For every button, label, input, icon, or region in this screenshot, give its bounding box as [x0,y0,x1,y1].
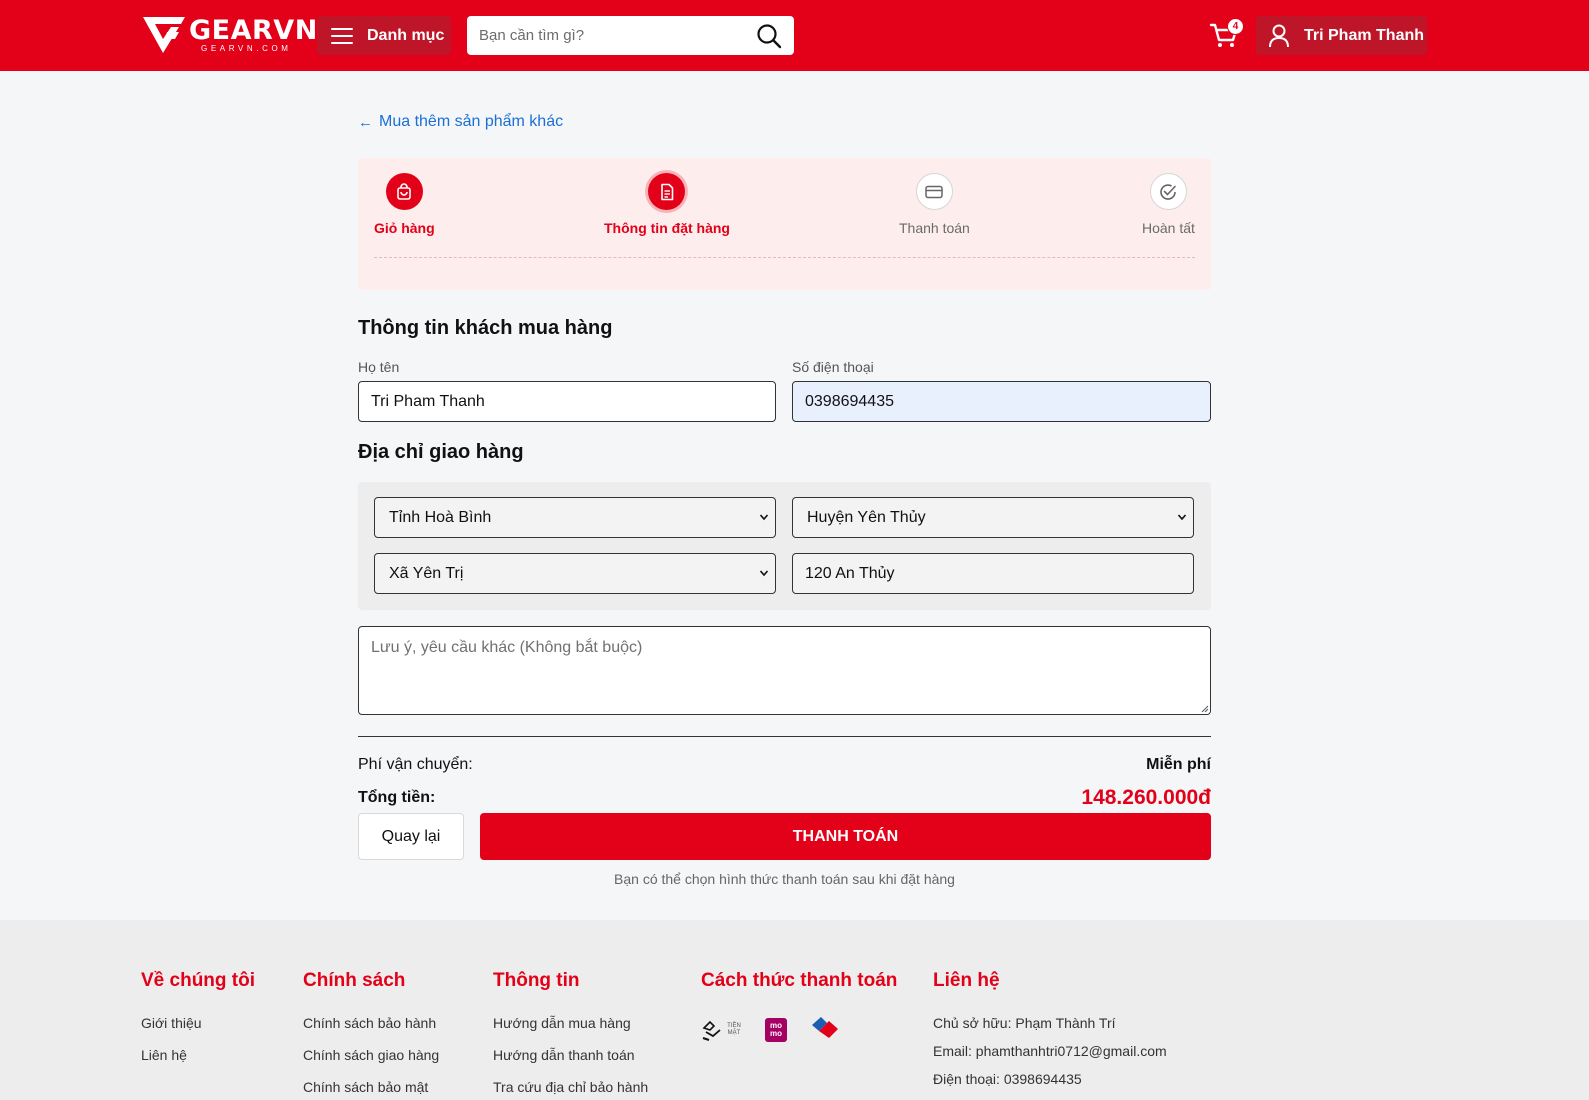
ward-value: Xã Yên Trị [389,564,464,582]
footer-phone[interactable]: Điện thoại: 0398694435 [933,1071,1167,1087]
name-label: Họ tên [358,359,400,375]
top-header: GEARVN GEARVN.COM Danh mục 4 Tri Pham Th… [0,0,1589,71]
shipping-fee-label: Phí vận chuyển: [358,756,473,773]
phone-input[interactable] [792,381,1211,422]
check-circle-icon [1160,183,1177,200]
chevron-down-icon [759,514,769,521]
checkout-button[interactable]: THANH TOÁN [480,813,1211,860]
search-icon[interactable] [756,23,782,49]
user-icon [1269,24,1289,47]
cart-button[interactable]: 4 [1209,18,1244,52]
user-account-button[interactable]: Tri Pham Thanh [1256,16,1427,55]
gearvn-logo-icon [143,17,185,53]
footer-contact-title: Liên hệ [933,970,1000,991]
step-complete[interactable]: Hoàn tất [1142,173,1195,236]
shipping-fee-value: Miễn phí [1146,756,1211,773]
footer-info-title: Thông tin [493,970,580,991]
cash-icon: TIỀN MẶT [701,1018,743,1042]
total-amount: 148.260.000đ [1081,786,1211,809]
step-label: Giỏ hàng [374,220,435,236]
step-label: Hoàn tất [1142,220,1195,236]
momo-icon: mo mo [765,1017,787,1042]
footer-link-payment-guide[interactable]: Hướng dẫn thanh toán [493,1047,648,1063]
search-input[interactable] [467,16,747,55]
momo-label: mo mo [770,1020,782,1038]
customer-info-title: Thông tin khách mua hàng [358,317,613,339]
footer-about: Về chúng tôi Giới thiệu Liên hệ [141,970,255,1079]
vnpay-icon [809,1015,841,1044]
credit-card-icon [925,185,944,198]
resize-grip-icon[interactable] [1201,705,1209,713]
footer-link-warranty-policy[interactable]: Chính sách bảo hành [303,1015,439,1031]
logo-domain: GEARVN.COM [201,44,292,53]
step-label: Thanh toán [899,220,970,236]
footer-payment: Cách thức thanh toán TIỀN MẶT mo mo [701,970,897,1044]
chevron-down-icon [759,570,769,577]
checkout-progress: Giỏ hàng Thông tin đặt hàng Thanh toán H… [358,158,1211,290]
ward-select[interactable]: Xã Yên Trị [374,553,776,594]
footer-link-buying-guide[interactable]: Hướng dẫn mua hàng [493,1015,648,1031]
province-value: Tỉnh Hoà Bình [389,508,492,526]
district-select[interactable]: Huyện Yên Thủy [792,497,1194,538]
step-payment[interactable]: Thanh toán [899,173,970,236]
payment-methods: TIỀN MẶT mo mo [701,1015,897,1044]
category-menu-button[interactable]: Danh mục [317,16,451,55]
footer-payment-title: Cách thức thanh toán [701,970,898,991]
footer-owner: Chủ sở hữu: Phạm Thành Trí [933,1015,1116,1031]
step-cart[interactable]: Giỏ hàng [374,173,435,236]
street-address-input[interactable] [792,553,1194,594]
footer-link-contact[interactable]: Liên hệ [141,1047,255,1063]
site-footer: Về chúng tôi Giới thiệu Liên hệ Chính sá… [0,920,1589,1100]
cart-count-badge: 4 [1227,18,1244,35]
province-select[interactable]: Tỉnh Hoà Bình [374,497,776,538]
document-icon [661,183,674,200]
hamburger-icon [331,27,353,44]
progress-divider [374,257,1195,258]
order-note-textarea[interactable] [358,626,1211,715]
category-menu-label: Danh mục [367,26,445,44]
footer-about-title: Về chúng tôi [141,970,255,991]
total-label: Tổng tiền: [358,789,436,806]
continue-shopping-link[interactable]: ← Mua thêm sản phẩm khác [358,113,563,131]
search-bar [467,16,794,55]
footer-link-shipping-policy[interactable]: Chính sách giao hàng [303,1047,439,1063]
name-input[interactable] [358,381,776,422]
continue-shopping-label: Mua thêm sản phẩm khác [379,113,564,130]
footer-link-warranty-lookup[interactable]: Tra cứu địa chỉ bảo hành [493,1079,648,1095]
footer-policy: Chính sách Chính sách bảo hành Chính sác… [303,970,439,1100]
footer-link-about[interactable]: Giới thiệu [141,1015,255,1031]
go-back-button[interactable]: Quay lại [358,813,464,860]
footer-info: Thông tin Hướng dẫn mua hàng Hướng dẫn t… [493,970,648,1100]
chevron-down-icon [1177,514,1187,521]
footer-policy-title: Chính sách [303,970,406,991]
footer-email[interactable]: Email: phamthanhtri0712@gmail.com [933,1043,1167,1059]
step-label: Thông tin đặt hàng [604,220,730,236]
gearvn-logo[interactable]: GEARVN GEARVN.COM [141,15,318,55]
arrow-left-icon: ← [358,113,373,131]
user-name: Tri Pham Thanh [1304,26,1425,44]
footer-contact: Liên hệ Chủ sở hữu: Phạm Thành Trí Email… [933,970,1167,1099]
summary-divider [358,736,1211,737]
district-value: Huyện Yên Thủy [807,508,926,526]
phone-label: Số điện thoại [792,359,874,375]
shopping-bag-icon [397,182,412,200]
footer-link-privacy-policy[interactable]: Chính sách bảo mật [303,1079,439,1095]
step-order-info[interactable]: Thông tin đặt hàng [604,173,730,236]
logo-wordmark: GEARVN [189,15,318,46]
cash-label: TIỀN MẶT [727,1022,741,1036]
payment-hint: Bạn có thể chọn hình thức thanh toán sau… [614,871,955,887]
shipping-address-title: Địa chỉ giao hàng [358,441,524,463]
